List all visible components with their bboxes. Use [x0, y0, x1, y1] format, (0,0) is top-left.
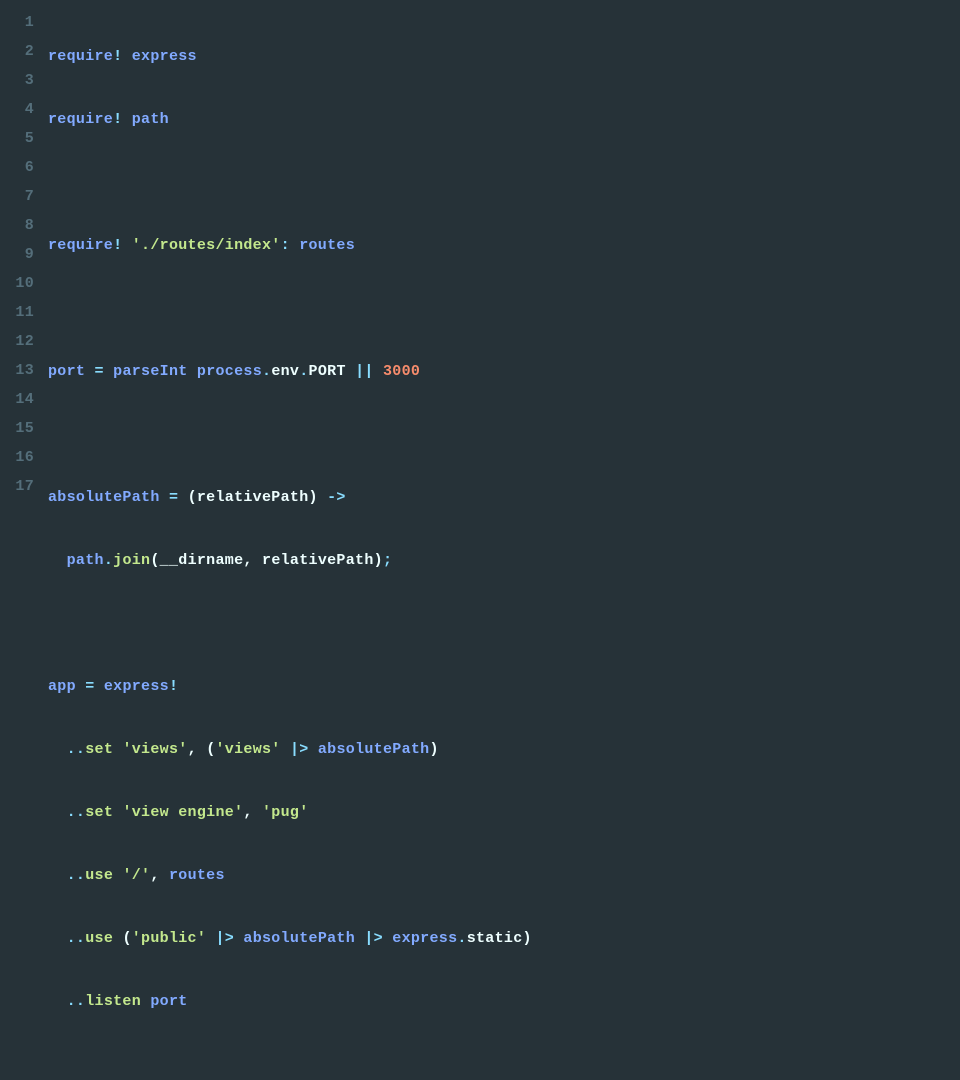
code-line[interactable]: path.join(__dirname, relativePath); — [48, 546, 960, 575]
line-number: 2 — [0, 37, 34, 66]
line-number: 16 — [0, 443, 34, 472]
line-number: 5 — [0, 124, 34, 153]
line-number: 8 — [0, 211, 34, 240]
code-line[interactable]: ..set 'views', ('views' |> absolutePath) — [48, 735, 960, 764]
line-number: 15 — [0, 414, 34, 443]
code-line[interactable]: ..use '/', routes — [48, 861, 960, 890]
line-number: 4 — [0, 95, 34, 124]
code-line[interactable]: ..listen port — [48, 987, 960, 1016]
code-line[interactable]: require! './routes/index': routes — [48, 231, 960, 260]
code-area[interactable]: require! express require! path require! … — [48, 0, 960, 540]
code-editor[interactable]: 1 2 3 4 5 6 7 8 9 10 11 12 13 14 15 16 1… — [0, 0, 960, 540]
code-line[interactable]: require! express — [48, 42, 960, 71]
code-line[interactable] — [48, 1050, 960, 1079]
code-line[interactable] — [48, 294, 960, 323]
line-number: 9 — [0, 240, 34, 269]
code-line[interactable] — [48, 609, 960, 638]
line-number: 6 — [0, 153, 34, 182]
code-line[interactable]: absolutePath = (relativePath) -> — [48, 483, 960, 512]
line-number: 12 — [0, 327, 34, 356]
line-number: 7 — [0, 182, 34, 211]
code-line[interactable] — [48, 420, 960, 449]
code-line[interactable] — [48, 168, 960, 197]
line-gutter: 1 2 3 4 5 6 7 8 9 10 11 12 13 14 15 16 1… — [0, 0, 48, 540]
code-line[interactable]: port = parseInt process.env.PORT || 3000 — [48, 357, 960, 386]
code-line[interactable]: ..use ('public' |> absolutePath |> expre… — [48, 924, 960, 953]
line-number: 11 — [0, 298, 34, 327]
line-number: 10 — [0, 269, 34, 298]
line-number: 13 — [0, 356, 34, 385]
line-number: 3 — [0, 66, 34, 95]
code-line[interactable]: app = express! — [48, 672, 960, 701]
line-number: 14 — [0, 385, 34, 414]
line-number: 1 — [0, 8, 34, 37]
line-number: 17 — [0, 472, 34, 501]
code-line[interactable]: require! path — [48, 105, 960, 134]
code-line[interactable]: ..set 'view engine', 'pug' — [48, 798, 960, 827]
